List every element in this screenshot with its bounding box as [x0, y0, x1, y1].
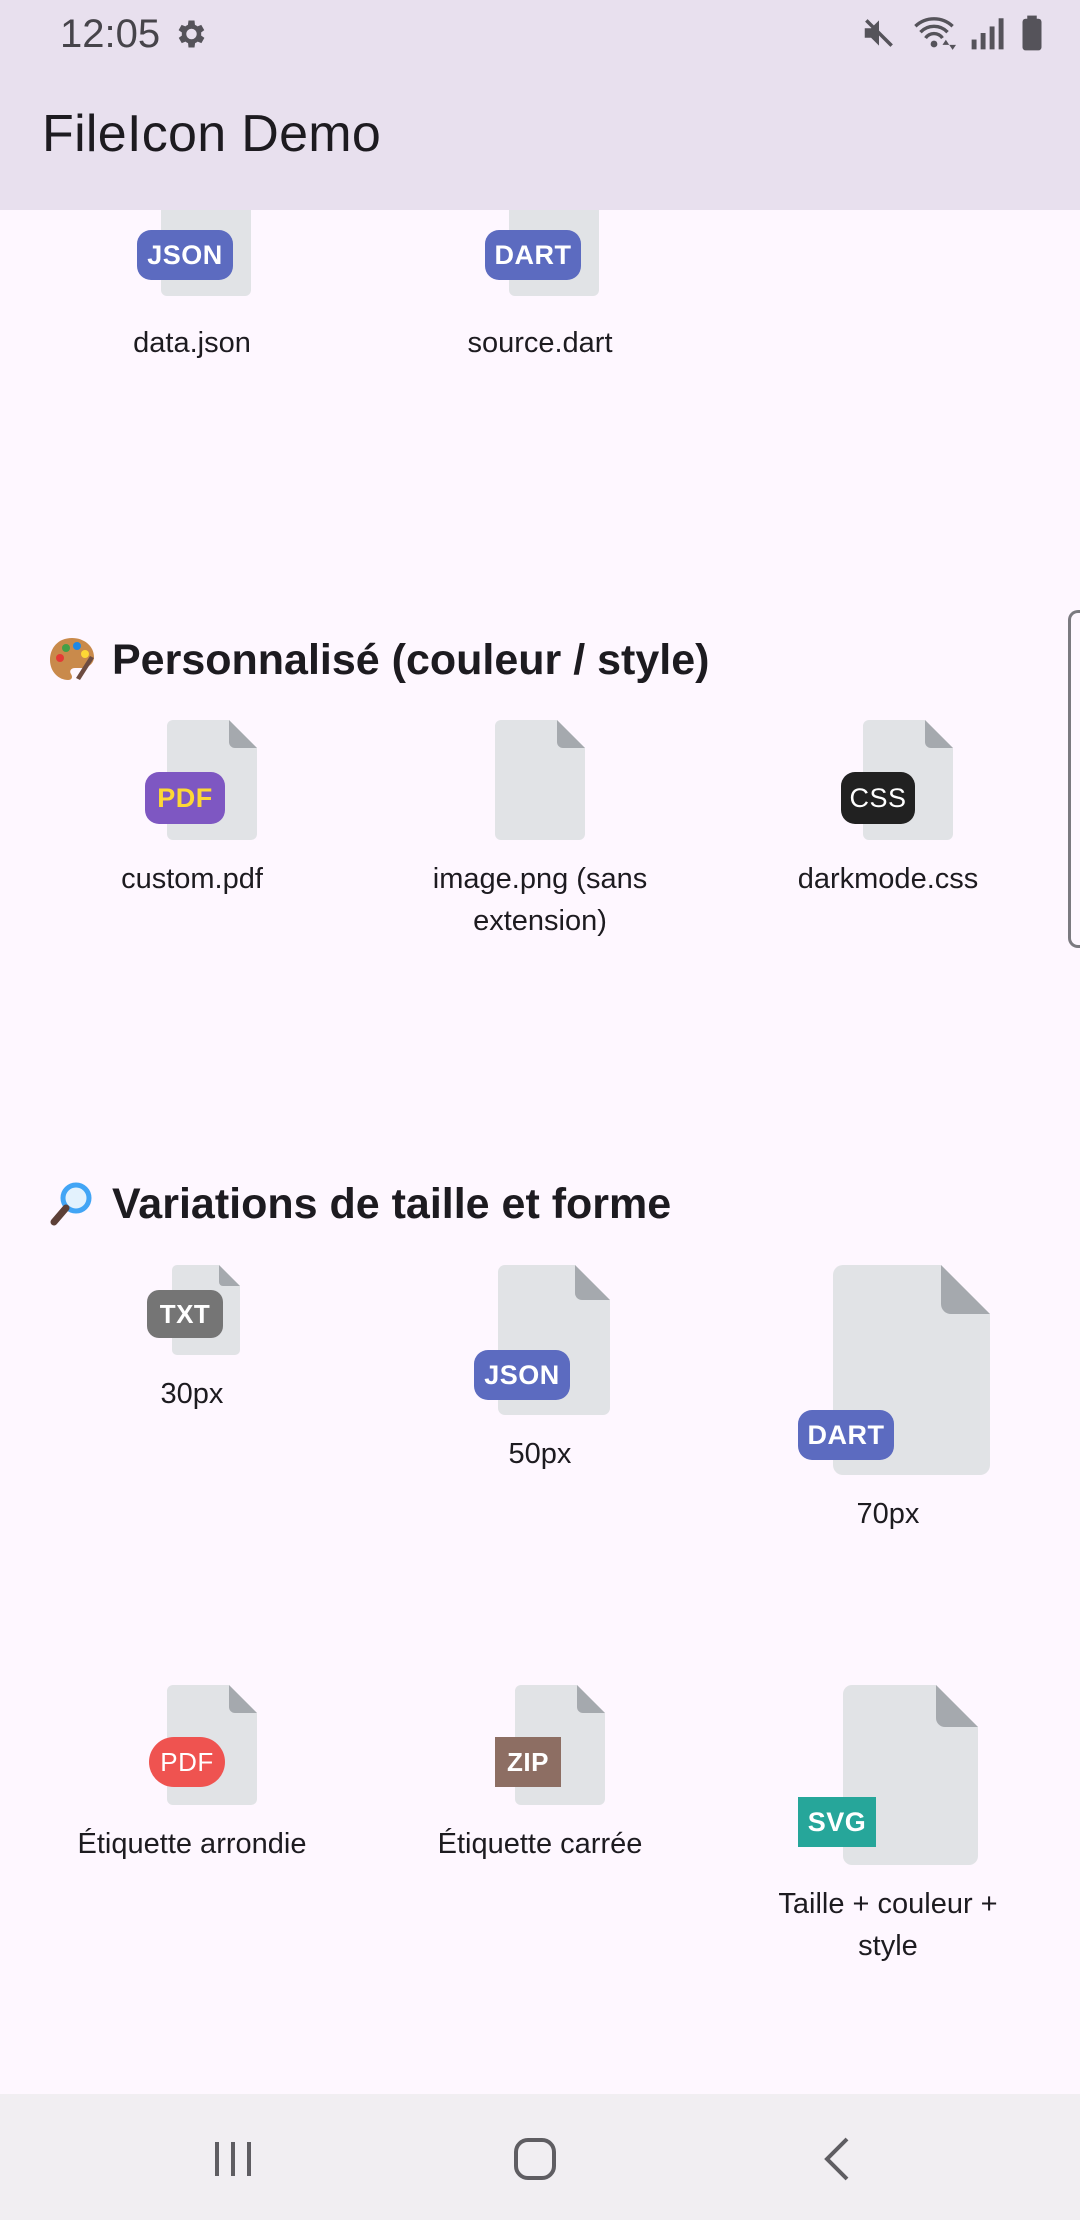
- dart-file-icon: DART: [475, 210, 605, 296]
- file-badge: DART: [798, 1410, 894, 1460]
- file-badge: SVG: [798, 1797, 876, 1847]
- scrollbar-handle[interactable]: [1068, 610, 1080, 948]
- file-label: 50px: [508, 1438, 572, 1470]
- recents-button[interactable]: [198, 2124, 268, 2194]
- signal-icon: [971, 18, 1004, 50]
- home-icon: [514, 2138, 556, 2180]
- mute-icon: [864, 19, 893, 47]
- file-tile[interactable]: CSS darkmode.css: [708, 720, 1068, 900]
- file-label: custom.pdf: [121, 863, 263, 895]
- section-title-text: Variations de taille et forme: [112, 1179, 672, 1228]
- wifi-icon: [914, 17, 956, 50]
- battery-icon: [1022, 15, 1042, 51]
- file-tile[interactable]: SVG Taille + couleur + style: [708, 1685, 1068, 1967]
- txt-file-icon: TXT: [147, 1265, 240, 1355]
- file-label: image.png (sans extension): [432, 863, 648, 937]
- file-label: source.dart: [467, 327, 613, 359]
- generic-file-icon: [495, 720, 585, 840]
- section-title-text: Personnalisé (couleur / style): [112, 635, 710, 684]
- file-tile[interactable]: ZIP Étiquette carrée: [360, 1685, 720, 1865]
- file-badge: JSON: [474, 1350, 570, 1400]
- recents-icon: [215, 2142, 251, 2176]
- status-time: 12:05: [60, 12, 161, 56]
- file-label: 70px: [856, 1498, 920, 1530]
- file-badge: PDF: [149, 1737, 225, 1787]
- pdf-file-icon: PDF: [127, 1685, 257, 1805]
- file-badge: DART: [485, 230, 581, 280]
- section-title-sizes: Variations de taille et forme: [46, 1178, 671, 1230]
- app-title: FileIcon Demo: [42, 105, 382, 163]
- file-label: darkmode.css: [797, 863, 979, 895]
- file-label: Étiquette arrondie: [77, 1828, 307, 1860]
- home-button[interactable]: [500, 2124, 570, 2194]
- json-file-icon: JSON: [470, 1265, 610, 1415]
- css-file-icon: CSS: [823, 720, 953, 840]
- dart-file-icon: DART: [788, 1265, 990, 1475]
- back-button[interactable]: [802, 2124, 872, 2194]
- file-label: Taille + couleur + style: [778, 1888, 998, 1962]
- file-tile[interactable]: PDF custom.pdf: [12, 720, 372, 900]
- magnifier-icon: [50, 1182, 92, 1226]
- file-label: 30px: [160, 1378, 224, 1410]
- pdf-file-icon: PDF: [127, 720, 257, 840]
- file-badge: TXT: [147, 1290, 223, 1338]
- file-tile[interactable]: JSON data.json: [12, 210, 372, 364]
- system-nav-bar: [0, 2094, 1080, 2220]
- file-tile[interactable]: TXT 30px: [12, 1265, 372, 1415]
- file-badge: PDF: [145, 772, 225, 824]
- file-tile[interactable]: JSON 50px: [360, 1265, 720, 1475]
- json-file-icon: JSON: [127, 210, 257, 296]
- content-scroll-area[interactable]: JSON data.json DART source.dart Personna…: [0, 210, 1080, 2094]
- file-badge: ZIP: [495, 1737, 561, 1787]
- palette-icon: [50, 638, 94, 680]
- file-tile[interactable]: DART source.dart: [360, 210, 720, 364]
- file-badge: JSON: [137, 230, 233, 280]
- settings-gear-icon: [178, 20, 205, 48]
- top-app-bar: 12:05 FileIcon Demo: [0, 0, 1080, 210]
- file-tile[interactable]: DART 70px: [708, 1265, 1068, 1535]
- file-badge: CSS: [841, 772, 915, 824]
- back-icon: [824, 2137, 849, 2181]
- file-label: Étiquette carrée: [437, 1828, 643, 1860]
- file-tile[interactable]: image.png (sans extension): [360, 720, 720, 942]
- svg-file-icon: SVG: [798, 1685, 978, 1865]
- file-tile[interactable]: PDF Étiquette arrondie: [12, 1685, 372, 1865]
- section-title-custom: Personnalisé (couleur / style): [46, 634, 709, 686]
- file-label: data.json: [133, 327, 251, 359]
- zip-file-icon: ZIP: [475, 1685, 605, 1805]
